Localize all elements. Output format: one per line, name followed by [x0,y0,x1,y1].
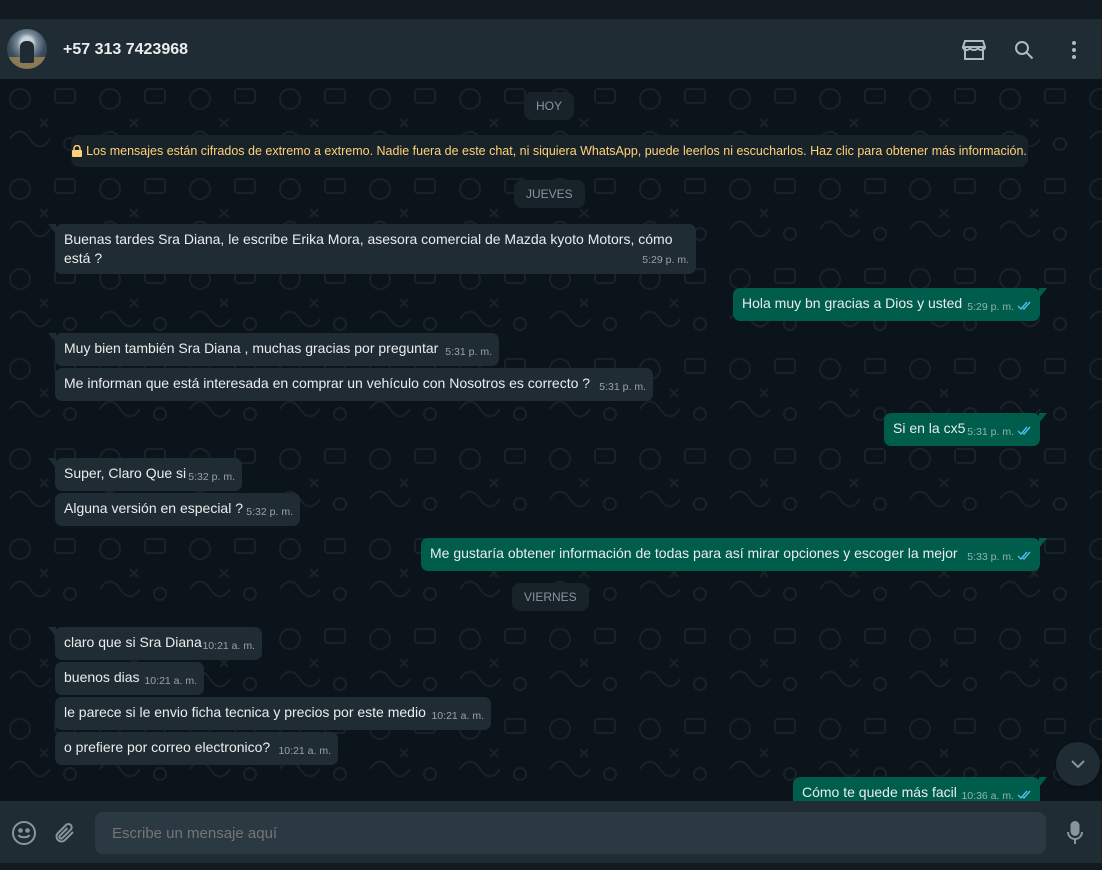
date-pill-thursday: JUEVES [514,180,585,208]
message-time: 5:32 p. m. [246,506,293,518]
message-time: 5:29 p. m. [642,254,689,266]
emoji-icon[interactable] [11,820,37,846]
message-text: Hola muy bn gracias a Dios y usted [742,295,963,311]
read-ticks-icon [1017,547,1033,566]
window-bottom-strip [0,863,1102,870]
message-time: 5:31 p. m. [599,381,646,393]
message-text: Cómo te quede más facil [802,784,957,800]
message-outgoing[interactable]: Si en la cx5 5:31 p. m. [884,413,1047,446]
message-time: 10:21 a. m. [144,675,197,687]
message-time: 5:33 p. m. [967,551,1014,563]
message-text: Alguna versión en especial ? [64,500,244,516]
message-time: 5:31 p. m. [445,346,492,358]
message-incoming[interactable]: Buenas tardes Sra Diana, le escribe Erik… [48,224,696,274]
message-time: 5:31 p. m. [967,426,1014,438]
menu-icon[interactable] [1061,37,1087,63]
message-text: Me informan que está interesada en compr… [64,375,591,391]
message-text: Si en la cx5 [893,420,966,436]
message-time: 5:29 p. m. [967,301,1014,313]
message-text: o prefiere por correo electronico? [64,739,271,755]
message-text: Muy bien también Sra Diana , muchas grac… [64,340,439,356]
date-pill-friday: VIERNES [512,583,589,611]
message-incoming[interactable]: le parece si le envio ficha tecnica y pr… [55,697,491,730]
message-text: claro que si Sra Diana [64,634,202,650]
contact-name[interactable]: +57 313 7423968 [63,41,188,59]
message-time: 5:32 p. m. [188,471,235,483]
microphone-icon[interactable] [1062,820,1088,846]
message-outgoing[interactable]: Me gustaría obtener información de todas… [421,538,1047,571]
scroll-down-button[interactable] [1056,742,1100,786]
message-time: 10:21 a. m. [431,710,484,722]
encryption-text: Los mensajes están cifrados de extremo a… [86,144,1027,158]
message-incoming[interactable]: Me informan que está interesada en compr… [55,368,653,401]
message-incoming[interactable]: claro que si Sra Diana 10:21 a. m. [48,627,262,660]
encryption-notice[interactable]: Los mensajes están cifrados de extremo a… [71,135,1028,167]
search-icon[interactable] [1011,37,1037,63]
message-incoming[interactable]: o prefiere por correo electronico? 10:21… [55,732,338,765]
read-ticks-icon [1017,297,1033,316]
store-icon[interactable] [961,37,987,63]
chat-header: +57 313 7423968 [0,20,1102,79]
message-text: le parece si le envio ficha tecnica y pr… [64,704,426,720]
lock-icon [72,145,83,157]
read-ticks-icon [1017,422,1033,441]
attach-icon[interactable] [52,820,78,846]
chevron-down-icon [1071,760,1085,769]
message-incoming[interactable]: Alguna versión en especial ? 5:32 p. m. [55,493,300,526]
message-incoming[interactable]: buenos dias 10:21 a. m. [55,662,204,695]
message-text: buenos dias [64,669,140,685]
message-text: Super, Claro Que si [64,465,187,481]
message-incoming[interactable]: Super, Claro Que si 5:32 p. m. [48,458,242,491]
avatar[interactable] [7,29,47,69]
date-pill-today: HOY [524,92,575,120]
message-time: 10:21 a. m. [202,640,255,652]
message-input[interactable] [95,812,1046,854]
message-text: Me gustaría obtener información de todas… [430,545,958,561]
window-top-strip [0,0,1102,20]
message-outgoing[interactable]: Hola muy bn gracias a Dios y usted 5:29 … [733,288,1047,321]
composer-bar [0,801,1102,863]
message-text: Buenas tardes Sra Diana, le escribe Erik… [64,231,673,266]
message-outgoing[interactable]: Cómo te quede más facil 10:36 a. m. [793,777,1047,801]
message-incoming[interactable]: Muy bien también Sra Diana , muchas grac… [48,333,499,366]
read-ticks-icon [1017,786,1033,801]
chat-area[interactable]: HOY Los mensajes están cifrados de extre… [0,79,1102,801]
message-time: 10:36 a. m. [961,790,1014,801]
message-time: 10:21 a. m. [278,745,331,757]
